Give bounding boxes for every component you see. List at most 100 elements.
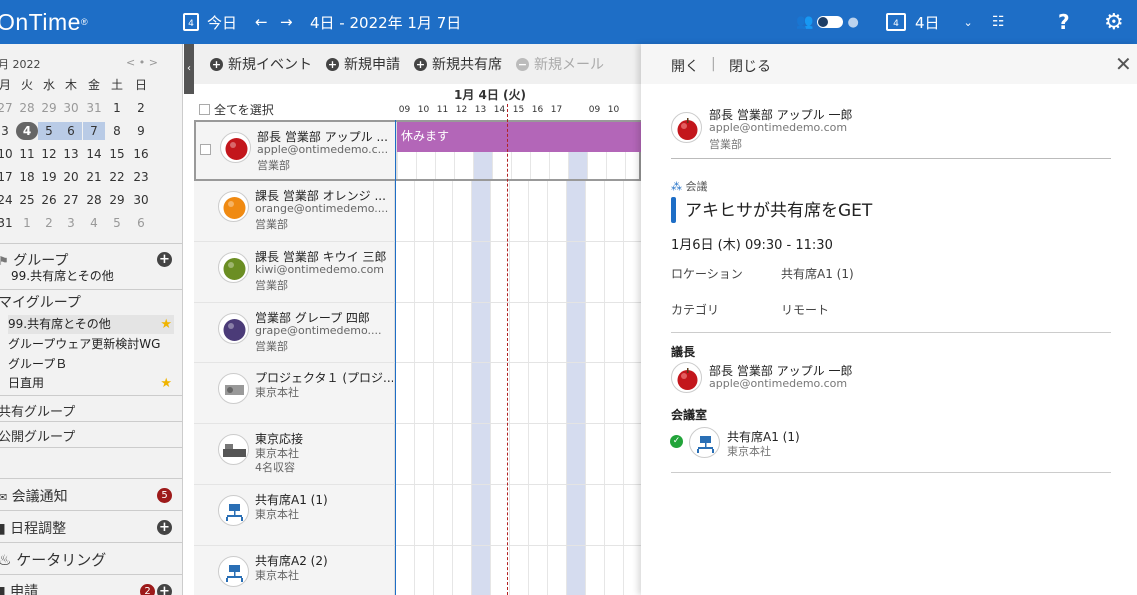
mini-calendar-day[interactable]: 16 bbox=[130, 145, 152, 163]
open-link[interactable]: 開く bbox=[671, 56, 699, 76]
time-slot[interactable] bbox=[566, 303, 585, 362]
time-slot[interactable] bbox=[528, 363, 547, 423]
mini-calendar-day[interactable]: 1 bbox=[106, 99, 128, 117]
next-arrow-icon[interactable]: → bbox=[280, 0, 293, 44]
time-slot[interactable] bbox=[452, 242, 471, 302]
time-slot[interactable] bbox=[623, 546, 641, 595]
mini-calendar-day[interactable]: 21 bbox=[83, 168, 105, 186]
row-checkbox[interactable] bbox=[200, 144, 211, 155]
my-group-item[interactable]: グループＢ bbox=[8, 355, 174, 374]
my-group-header[interactable]: マイグループ bbox=[0, 292, 180, 312]
star-icon[interactable]: ★ bbox=[160, 374, 172, 393]
mini-calendar-day[interactable]: 11 bbox=[16, 145, 38, 163]
resource-row[interactable]: 課長 営業部 オレンジ ... orange@ontimedemo.... 営業部 bbox=[194, 181, 641, 242]
time-slot[interactable] bbox=[566, 242, 585, 302]
resource-row[interactable]: 課長 営業部 キウイ 三郎 kiwi@ontimedemo.com 営業部 bbox=[194, 242, 641, 303]
time-slot[interactable] bbox=[509, 181, 528, 241]
time-slot[interactable] bbox=[528, 424, 547, 484]
mini-calendar-day[interactable]: 5 bbox=[38, 122, 60, 140]
time-slot[interactable] bbox=[395, 485, 414, 545]
time-slot[interactable] bbox=[471, 485, 490, 545]
time-slot[interactable] bbox=[566, 181, 585, 241]
resource-row[interactable]: プロジェクタ１ (プロジ... 東京本社 bbox=[194, 363, 641, 424]
time-slot[interactable] bbox=[623, 424, 641, 484]
time-slot[interactable] bbox=[433, 485, 452, 545]
time-slot[interactable] bbox=[471, 303, 490, 362]
time-slot[interactable] bbox=[604, 424, 623, 484]
time-slot[interactable] bbox=[414, 303, 433, 362]
time-slot[interactable] bbox=[604, 363, 623, 423]
mini-calendar-day[interactable]: 5 bbox=[106, 214, 128, 232]
mini-calendar-day[interactable]: 4 bbox=[83, 214, 105, 232]
mini-calendar-day[interactable]: 2 bbox=[130, 99, 152, 117]
time-slot[interactable] bbox=[452, 546, 471, 595]
time-slot[interactable] bbox=[471, 424, 490, 484]
mini-calendar-day[interactable]: 4 bbox=[16, 122, 38, 140]
time-slot[interactable] bbox=[414, 424, 433, 484]
resource-row[interactable]: 共有席A2 (2) 東京本社 bbox=[194, 546, 641, 595]
new-event-button[interactable]: + 新規イベント bbox=[210, 54, 312, 74]
collapse-sidebar-icon[interactable]: ‹ bbox=[184, 44, 194, 94]
toggle-switch[interactable] bbox=[817, 16, 844, 28]
time-slot[interactable] bbox=[585, 303, 604, 362]
mini-calendar-day[interactable]: 26 bbox=[38, 191, 60, 209]
mini-calendar-day[interactable]: 6 bbox=[60, 122, 82, 140]
mini-calendar-day[interactable]: 8 bbox=[106, 122, 128, 140]
time-slot[interactable] bbox=[471, 181, 490, 241]
mini-calendar-day[interactable]: 30 bbox=[130, 191, 152, 209]
time-slot[interactable] bbox=[604, 181, 623, 241]
time-slot[interactable] bbox=[585, 242, 604, 302]
time-slot[interactable] bbox=[604, 303, 623, 362]
resource-row[interactable]: 共有席A1 (1) 東京本社 bbox=[194, 485, 641, 546]
mini-calendar-day[interactable]: 14 bbox=[83, 145, 105, 163]
settings-list-icon[interactable]: ☷ bbox=[992, 0, 1005, 44]
time-slot[interactable] bbox=[509, 363, 528, 423]
my-group-item[interactable]: 日直用 ★ bbox=[8, 374, 174, 393]
time-slot[interactable] bbox=[395, 424, 414, 484]
mini-calendar-day[interactable]: 22 bbox=[106, 168, 128, 186]
mini-calendar-day[interactable]: 31 bbox=[0, 214, 16, 232]
time-slot[interactable] bbox=[547, 424, 566, 484]
time-slot[interactable] bbox=[566, 424, 585, 484]
time-slot[interactable] bbox=[433, 303, 452, 362]
time-slot[interactable] bbox=[509, 485, 528, 545]
mini-calendar-day[interactable]: 28 bbox=[83, 191, 105, 209]
time-slot[interactable] bbox=[471, 546, 490, 595]
time-slot[interactable] bbox=[528, 303, 547, 362]
mini-calendar-day[interactable]: 7 bbox=[83, 122, 105, 140]
star-icon[interactable]: ★ bbox=[160, 315, 172, 334]
time-slot[interactable] bbox=[585, 546, 604, 595]
view-selector[interactable]: 4 4日 ⌄ bbox=[886, 0, 973, 44]
time-slot[interactable] bbox=[604, 485, 623, 545]
resource-row[interactable]: 部長 営業部 アップル ... apple@ontimedemo.c... 営業部休… bbox=[194, 120, 641, 181]
time-slot[interactable] bbox=[528, 485, 547, 545]
new-shared-seat-button[interactable]: + 新規共有席 bbox=[414, 54, 502, 74]
time-slot[interactable] bbox=[452, 181, 471, 241]
add-group-icon[interactable]: + bbox=[157, 252, 172, 267]
mini-calendar-day[interactable]: 2 bbox=[38, 214, 60, 232]
mini-calendar-day[interactable]: 24 bbox=[0, 191, 16, 209]
time-slot[interactable] bbox=[509, 424, 528, 484]
time-slot[interactable] bbox=[395, 242, 414, 302]
time-slot[interactable] bbox=[585, 424, 604, 484]
time-slot[interactable] bbox=[395, 181, 414, 241]
time-slot[interactable] bbox=[623, 485, 641, 545]
time-slot[interactable] bbox=[547, 546, 566, 595]
mini-calendar-day[interactable]: 23 bbox=[130, 168, 152, 186]
select-all[interactable]: 全てを選択 bbox=[199, 101, 274, 118]
time-slot[interactable] bbox=[585, 363, 604, 423]
resource-row[interactable]: 営業部 グレープ 四郎 grape@ontimedemo.... 営業部 bbox=[194, 303, 641, 363]
time-slot[interactable] bbox=[452, 303, 471, 362]
time-slot[interactable] bbox=[566, 363, 585, 423]
time-slot[interactable] bbox=[471, 242, 490, 302]
time-slot[interactable] bbox=[414, 181, 433, 241]
prev-arrow-icon[interactable]: ← bbox=[255, 0, 268, 44]
time-slot[interactable] bbox=[471, 363, 490, 423]
public-group-header[interactable]: 公開グループ bbox=[0, 426, 180, 445]
time-slot[interactable] bbox=[528, 181, 547, 241]
time-slot[interactable] bbox=[452, 424, 471, 484]
people-toggle[interactable]: 👥 ● bbox=[796, 0, 859, 44]
time-slot[interactable] bbox=[414, 242, 433, 302]
gear-icon[interactable]: ⚙ bbox=[1104, 0, 1124, 44]
time-slot[interactable] bbox=[433, 546, 452, 595]
